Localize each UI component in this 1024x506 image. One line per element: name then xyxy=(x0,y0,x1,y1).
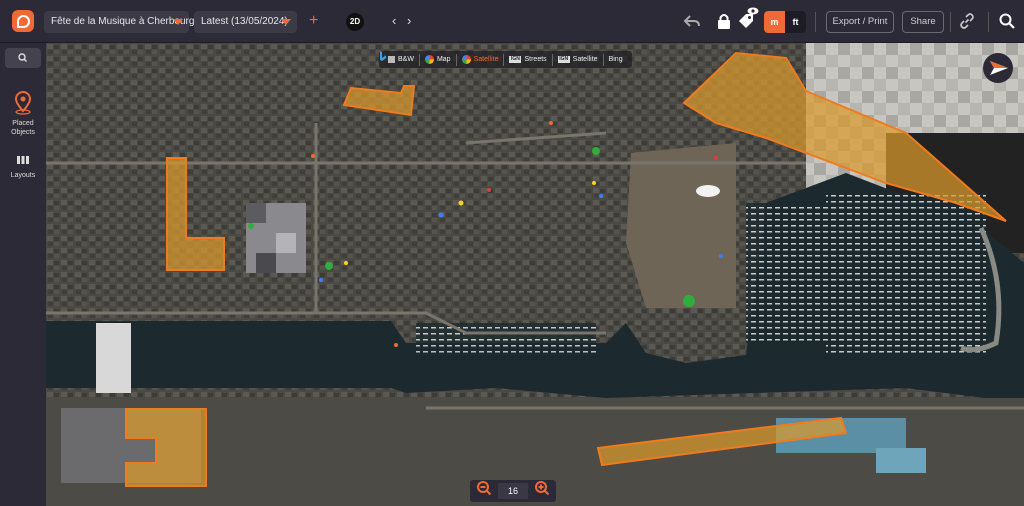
next-arrow-button[interactable]: › xyxy=(407,12,411,30)
sidebar-search-button[interactable] xyxy=(5,48,41,68)
layer-bing-button[interactable]: Bing xyxy=(380,51,628,66)
divider xyxy=(988,12,989,32)
sidebar-item-label: Layouts xyxy=(10,172,36,179)
share-button[interactable]: Share xyxy=(902,11,944,33)
unit-toggle[interactable]: m ft xyxy=(764,11,806,33)
view-mode-toggle[interactable]: 2D xyxy=(346,13,364,31)
ign-icon: IGN xyxy=(557,56,570,63)
google-icon xyxy=(424,55,434,64)
left-sidebar: Placed Objects Layouts xyxy=(0,43,46,506)
layer-google-satellite-button[interactable]: Satellite xyxy=(457,53,505,66)
divider xyxy=(950,12,951,32)
basemap-layer-switcher: B&W Map Satellite IGN Streets IGN Satell… xyxy=(379,51,632,68)
sidebar-item-label: Objects xyxy=(11,129,35,136)
layer-bw-button[interactable]: B&W xyxy=(383,53,420,66)
version-dropdown-label: Latest (13/05/2024) xyxy=(201,16,288,27)
layer-label: Satellite xyxy=(572,56,598,63)
zoom-in-icon[interactable] xyxy=(534,480,550,496)
sidebar-item-label: Placed xyxy=(12,120,34,127)
link-icon[interactable] xyxy=(958,12,976,30)
unit-metric-button[interactable]: m xyxy=(764,11,785,33)
previous-arrow-button[interactable]: ‹ xyxy=(392,12,396,30)
layouts-icon xyxy=(17,156,29,164)
layer-label: Streets xyxy=(524,56,547,63)
chevron-down-icon xyxy=(173,19,183,25)
layer-google-map-button[interactable]: Map xyxy=(420,53,457,66)
search-icon xyxy=(18,53,27,62)
export-print-button[interactable]: Export / Print xyxy=(826,11,894,33)
zoom-control: 16 xyxy=(470,480,556,502)
undo-icon[interactable] xyxy=(683,12,701,30)
sidebar-item-layouts[interactable]: Layouts xyxy=(0,154,46,180)
divider xyxy=(815,12,816,32)
unit-imperial-button[interactable]: ft xyxy=(785,11,806,33)
zoom-level-display: 16 xyxy=(498,483,528,499)
layer-ign-streets-button[interactable]: IGN Streets xyxy=(504,53,553,66)
eye-icon[interactable] xyxy=(747,6,759,16)
compass-button[interactable] xyxy=(983,53,1013,83)
compass-icon xyxy=(990,61,1008,75)
bw-map-icon xyxy=(388,56,395,63)
version-dropdown[interactable]: Latest (13/05/2024) xyxy=(194,11,297,33)
app-logo[interactable] xyxy=(12,10,34,32)
add-button[interactable]: + xyxy=(309,11,318,31)
zoom-out-icon[interactable] xyxy=(476,480,492,496)
lock-icon[interactable] xyxy=(715,12,733,30)
event-dropdown[interactable]: Fête de la Musique à Cherbourg xyxy=(44,11,194,33)
search-icon[interactable] xyxy=(998,12,1016,30)
layer-label: B&W xyxy=(398,56,414,63)
bing-icon xyxy=(380,51,386,61)
satellite-map[interactable]: B&W Map Satellite IGN Streets IGN Satell… xyxy=(46,43,1024,506)
top-toolbar: Fête de la Musique à Cherbourg Latest (1… xyxy=(0,0,1024,43)
chevron-down-icon xyxy=(281,19,291,25)
layer-ign-satellite-button[interactable]: IGN Satellite xyxy=(553,53,604,66)
layer-label: Map xyxy=(436,56,451,63)
layer-label: Bing xyxy=(608,56,623,63)
sidebar-item-placed-objects[interactable]: Placed Objects xyxy=(0,90,46,137)
google-icon xyxy=(461,55,471,64)
ign-icon: IGN xyxy=(509,56,522,63)
layer-label: Satellite xyxy=(473,56,499,63)
satellite-imagery xyxy=(46,43,1024,506)
map-pin-icon xyxy=(14,91,32,115)
